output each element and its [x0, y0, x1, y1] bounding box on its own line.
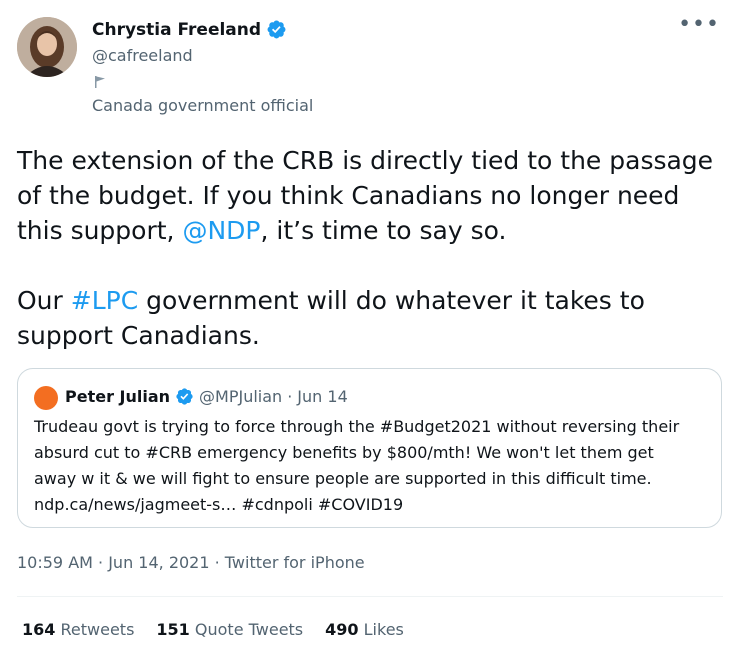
verified-badge-icon [176, 388, 193, 405]
likes-stat[interactable]: 490 Likes [325, 620, 404, 639]
author-handle[interactable]: @cafreeland [92, 46, 193, 65]
tweet-timestamp[interactable]: 10:59 AM · Jun 14, 2021 · Twitter for iP… [17, 553, 365, 572]
tweet-paragraph-1: The extension of the CRB is directly tie… [17, 146, 714, 245]
quoted-text-line: absurd cut to #CRB emergency benefits by… [34, 443, 654, 462]
quoted-author-handle: @MPJulian [199, 387, 283, 406]
author-display-name[interactable]: Chrystia Freeland [92, 20, 261, 40]
quoted-author-avatar [34, 386, 58, 410]
hashtag-link[interactable]: #LPC [71, 286, 138, 315]
quoted-text-line: away w it & we will fight to ensure peop… [34, 469, 652, 488]
mention-link[interactable]: @NDP [182, 216, 260, 245]
verified-badge-icon [267, 20, 286, 39]
quoted-author-name: Peter Julian [65, 387, 171, 406]
retweets-stat[interactable]: 164 Retweets [22, 620, 134, 639]
quoted-date: Jun 14 [297, 387, 348, 406]
more-horizontal-icon[interactable]: ••• [678, 12, 720, 37]
quoted-separator: · [287, 387, 293, 406]
quoted-text-line: Trudeau govt is trying to force through … [34, 417, 680, 436]
tweet-stats: 164 Retweets 151 Quote Tweets 490 Likes [22, 620, 404, 639]
tweet-paragraph-2: Our #LPC government will do whatever it … [17, 286, 645, 350]
quoted-tweet[interactable]: Peter Julian @MPJulian · Jun 14 Trudeau … [17, 368, 722, 528]
tweet-text: The extension of the CRB is directly tie… [17, 143, 727, 353]
quoted-tweet-text: Trudeau govt is trying to force through … [34, 414, 714, 518]
quoted-text-line: ndp.ca/news/jagmeet-s… #cdnpoli #COVID19 [34, 495, 404, 514]
quote-tweets-stat[interactable]: 151 Quote Tweets [156, 620, 303, 639]
flag-icon [95, 76, 105, 88]
government-label[interactable]: Canada government official [92, 96, 313, 115]
divider [17, 596, 723, 597]
author-avatar[interactable] [17, 17, 77, 77]
